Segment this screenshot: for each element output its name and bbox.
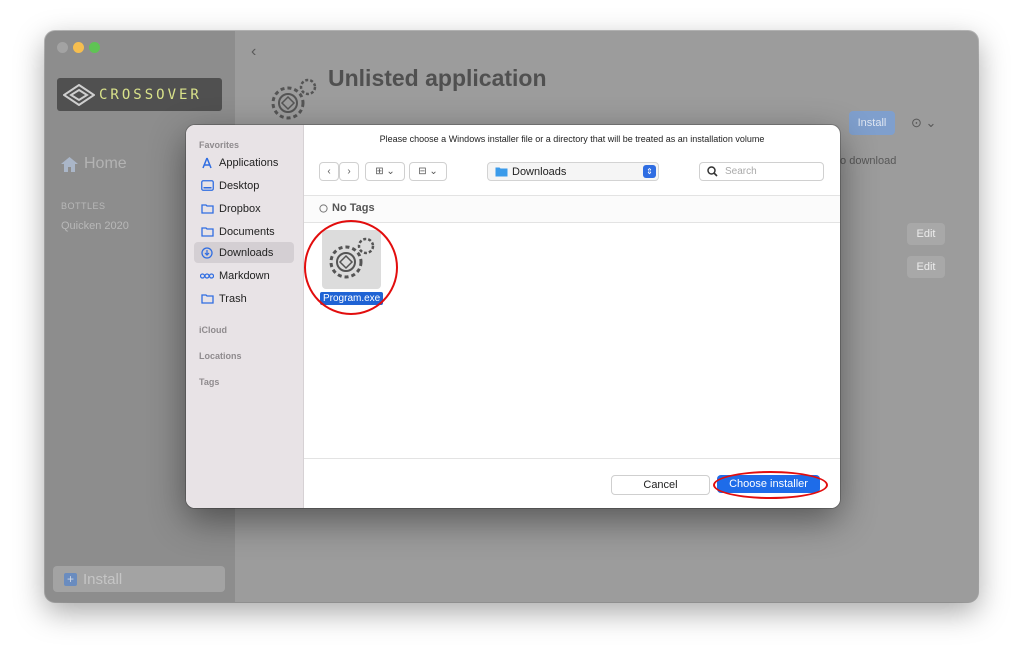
tag-circle-icon [319,203,328,213]
sidebar-item-label: Markdown [219,269,270,282]
desktop-icon [200,180,214,191]
chevron-updown-icon: ⇕ [643,165,656,178]
dialog-sidebar: Favorites Applications Desktop Dropbox D… [186,125,304,508]
install-button[interactable]: Install [849,111,895,135]
tags-bar: No Tags [304,195,840,223]
dialog-footer: Cancel Choose installer [304,458,840,508]
dialog-prompt: Please choose a Windows installer file o… [379,134,765,144]
sidebar-item-label: Documents [219,225,275,238]
search-field[interactable] [699,162,824,181]
crossover-logo: CROSSOVER [57,78,222,111]
annotation-circle [304,220,398,315]
folder-icon [200,203,214,214]
sidebar-install-label: Install [83,570,123,588]
sidebar-item-label: Dropbox [219,202,261,215]
close-window-button[interactable] [57,42,68,53]
plus-icon: + [64,572,77,586]
locations-header: Locations [199,351,242,361]
icon-view-button[interactable]: ⊞ ⌄ [365,162,405,181]
sidebar-install-button[interactable]: + Install [53,566,225,592]
more-options-button[interactable]: ⊙ ⌄ [911,115,936,131]
applications-icon [200,157,214,169]
sidebar-item-dropbox[interactable]: Dropbox [194,198,294,219]
forward-nav-button[interactable]: › [339,162,359,181]
location-select[interactable]: Downloads ⇕ [487,162,659,181]
sidebar-item-desktop[interactable]: Desktop [194,175,294,196]
sidebar-item-markdown[interactable]: Markdown [194,265,294,286]
home-label: Home [84,155,127,172]
download-text: to download [837,155,897,167]
page-title: Unlisted application [328,65,547,91]
sidebar-item-applications[interactable]: Applications [194,152,294,173]
logo-text: CROSSOVER [99,86,202,103]
sidebar-item-bottle[interactable]: Quicken 2020 [61,220,129,232]
sidebar-item-label: Applications [219,156,279,169]
file-browser: Program.exe [304,220,840,458]
bottles-header: BOTTLES [61,201,106,211]
back-nav-button[interactable]: ‹ [319,162,339,181]
sidebar-item-trash[interactable]: Trash [194,288,294,309]
crossover-logo-icon [63,83,95,106]
home-icon [61,156,78,172]
sidebar-item-home[interactable]: Home [61,155,127,173]
tags-label: No Tags [319,202,375,214]
minimize-window-button[interactable] [73,42,84,53]
tags-label-text: No Tags [332,202,375,214]
tags-header: Tags [199,377,220,387]
group-view-button[interactable]: ⊟ ⌄ [409,162,447,181]
downloads-icon [200,246,214,259]
folder-icon [495,167,508,177]
sidebar-item-downloads[interactable]: Downloads [194,242,294,263]
maximize-window-button[interactable] [89,42,100,53]
file-chooser-dialog: Favorites Applications Desktop Dropbox D… [186,125,840,508]
edit-button[interactable]: Edit [907,223,945,245]
search-icon [707,166,718,177]
application-gear-icon [271,78,317,120]
icloud-header: iCloud [199,325,227,335]
folder-icon [200,226,214,237]
location-label: Downloads [512,165,567,178]
annotation-circle [713,471,828,499]
favorites-header: Favorites [199,140,240,150]
sidebar-item-label: Desktop [219,179,260,192]
dialog-main: Please choose a Windows installer file o… [304,125,840,508]
sidebar-item-label: Trash [219,292,247,305]
sidebar-item-documents[interactable]: Documents [194,221,294,242]
markdown-icon [200,272,214,280]
edit-button[interactable]: Edit [907,256,945,278]
cancel-button[interactable]: Cancel [611,475,710,495]
search-input[interactable] [723,165,822,178]
sidebar-item-label: Downloads [219,246,274,259]
folder-icon [200,293,214,304]
back-button[interactable]: ‹ [251,43,256,61]
